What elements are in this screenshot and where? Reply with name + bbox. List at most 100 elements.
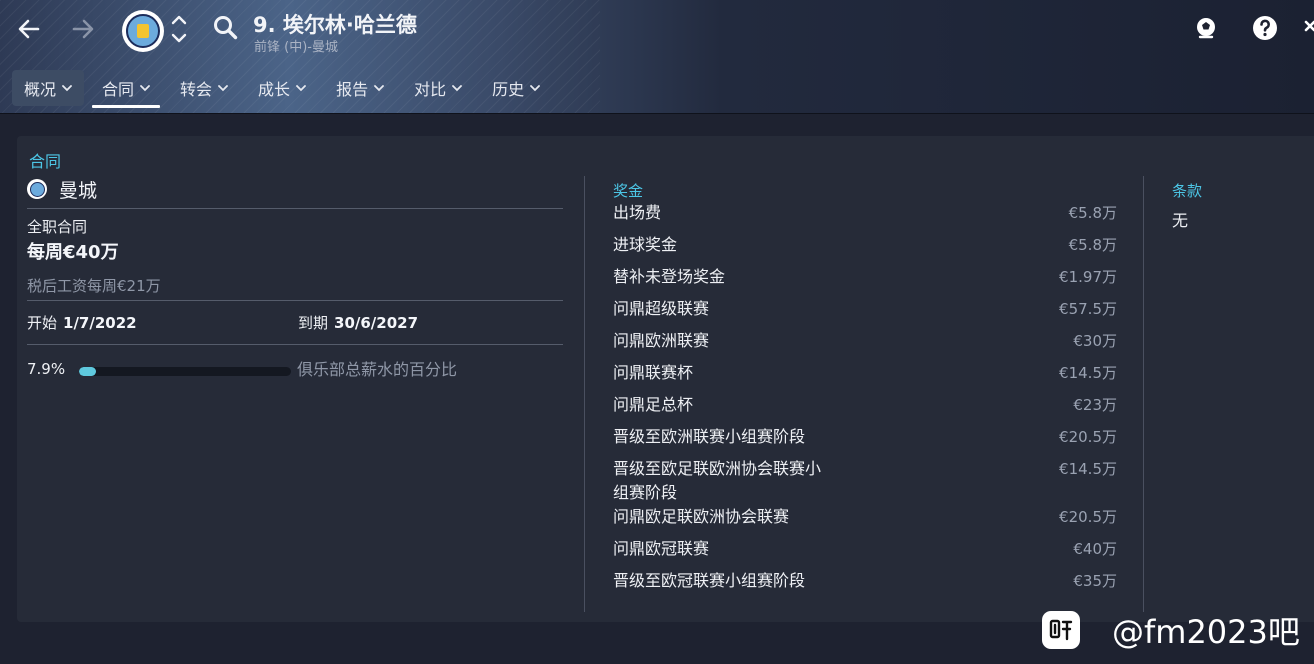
watermark-text: @fm2023吧 xyxy=(1112,613,1300,651)
bonus-name: 替补未登场奖金 xyxy=(613,267,726,286)
bonus-value: €1.97万 xyxy=(1059,268,1117,286)
contract-section-title: 合同 xyxy=(29,152,62,171)
tab-label: 对比 xyxy=(414,80,447,99)
bonus-row: 晋级至欧冠联赛小组赛阶段 €35万 xyxy=(613,569,1117,601)
club-name: 曼城 xyxy=(59,179,98,202)
help-icon[interactable] xyxy=(1251,14,1279,42)
after-tax-wage: 税后工资每周€21万 xyxy=(27,277,161,295)
clauses-value: 无 xyxy=(1172,211,1189,230)
clauses-section: 条款 无 xyxy=(1172,180,1202,231)
tab-label: 概况 xyxy=(24,80,57,99)
bonus-name: 问鼎欧洲联赛 xyxy=(613,331,710,350)
bonus-value: €57.5万 xyxy=(1059,300,1117,318)
wage-percentage-label: 俱乐部总薪水的百分比 xyxy=(297,360,458,379)
ball-icon[interactable] xyxy=(1192,14,1220,42)
chevron-down-icon xyxy=(530,84,541,91)
column-divider xyxy=(1143,176,1144,612)
wage-percentage-row: 7.9% 俱乐部总薪水的百分比 xyxy=(27,360,563,382)
bonus-name: 问鼎足总杯 xyxy=(613,395,694,414)
tab-label: 转会 xyxy=(180,80,213,99)
club-badge-small xyxy=(27,179,47,199)
weekly-wage: 每周€40万 xyxy=(27,242,119,263)
bonus-name: 晋级至欧冠联赛小组赛阶段 xyxy=(613,571,806,590)
start-date-group: 开始 1/7/2022 xyxy=(27,312,137,333)
bonus-row: 问鼎足总杯 €23万 xyxy=(613,393,1117,425)
forward-arrow-icon[interactable] xyxy=(68,14,98,44)
chevron-down-icon xyxy=(452,84,462,91)
tab-history[interactable]: 历史 xyxy=(480,70,552,106)
column-divider xyxy=(584,176,585,612)
bonus-row: 晋级至欧洲联赛小组赛阶段 €20.5万 xyxy=(613,425,1117,457)
bonus-value: €23万 xyxy=(1073,396,1117,414)
end-date: 30/6/2027 xyxy=(334,314,419,332)
bonus-name: 问鼎超级联赛 xyxy=(613,299,710,318)
bonus-name: 进球奖金 xyxy=(613,235,678,254)
bonus-value: €30万 xyxy=(1073,332,1117,350)
club-row[interactable]: 曼城 xyxy=(27,176,97,202)
bonus-name: 出场费 xyxy=(613,203,662,222)
bonus-row: 晋级至欧足联欧洲协会联赛小组赛阶段 €14.5万 xyxy=(613,457,1117,505)
up-down-icon[interactable] xyxy=(170,12,188,46)
tab-bar: 概况 合同 转会 成长 报告 对比 历史 xyxy=(12,70,558,108)
bonus-row: 问鼎联赛杯 €14.5万 xyxy=(613,361,1117,393)
wage-percentage-fill xyxy=(79,367,96,376)
bonus-value: €40万 xyxy=(1073,540,1117,558)
tab-label: 合同 xyxy=(102,80,135,99)
bonus-title: 奖金 xyxy=(613,182,644,200)
end-date-group: 到期 30/6/2027 xyxy=(298,312,418,333)
bonus-section: 奖金 出场费 €5.8万 进球奖金 €5.8万 替补未登场奖金 €1.97万 问鼎超级联赛 €… xyxy=(613,180,1117,601)
close-icon[interactable] xyxy=(1302,14,1314,42)
bonus-name: 问鼎欧足联欧洲协会联赛 xyxy=(613,507,790,526)
bonus-row: 替补未登场奖金 €1.97万 xyxy=(613,265,1117,297)
divider xyxy=(27,344,563,345)
tab-reports[interactable]: 报告 xyxy=(324,70,396,106)
watermark: @fm2023吧 xyxy=(1042,608,1300,652)
bonus-value: €5.8万 xyxy=(1068,236,1117,254)
chevron-down-icon xyxy=(296,84,306,91)
tab-transfer[interactable]: 转会 xyxy=(168,70,240,106)
bonus-value: €5.8万 xyxy=(1068,204,1117,222)
tab-label: 历史 xyxy=(492,80,525,99)
divider xyxy=(27,208,563,209)
bonus-row: 问鼎欧冠联赛 €40万 xyxy=(613,537,1117,569)
club-badge[interactable] xyxy=(122,10,164,52)
tab-label: 成长 xyxy=(258,80,291,99)
bonus-value: €35万 xyxy=(1073,572,1117,590)
back-arrow-icon[interactable] xyxy=(14,14,44,44)
chevron-down-icon xyxy=(218,84,228,91)
start-date: 1/7/2022 xyxy=(63,314,137,332)
contract-type: 全职合同 xyxy=(27,218,88,236)
bonus-row: 问鼎超级联赛 €57.5万 xyxy=(613,297,1117,329)
tab-overview[interactable]: 概况 xyxy=(12,70,85,106)
tab-compare[interactable]: 对比 xyxy=(402,70,474,106)
bonus-value: €20.5万 xyxy=(1059,508,1117,526)
wage-percentage-value: 7.9% xyxy=(27,360,66,378)
end-label: 到期 xyxy=(298,314,329,332)
tab-development[interactable]: 成长 xyxy=(246,70,318,106)
chevron-down-icon xyxy=(140,84,150,91)
bonus-row: 出场费 €5.8万 xyxy=(613,201,1117,233)
bonus-value: €14.5万 xyxy=(1059,364,1117,382)
bonus-name: 问鼎联赛杯 xyxy=(613,363,694,382)
bonus-value: €14.5万 xyxy=(1059,460,1117,478)
search-icon[interactable] xyxy=(212,14,240,42)
bonus-value: €20.5万 xyxy=(1059,428,1117,446)
bonus-name: 晋级至欧足联欧洲协会联赛小组赛阶段 xyxy=(613,459,822,502)
player-position-club: 前锋 (中)-曼城 xyxy=(254,40,338,55)
club-badge-inner xyxy=(126,14,160,48)
bonus-name: 晋级至欧洲联赛小组赛阶段 xyxy=(613,427,806,446)
tab-contract[interactable]: 合同 xyxy=(90,70,162,108)
contract-panel: 合同 曼城 全职合同 每周€40万 税后工资每周€21万 开始 1/7/2022 … xyxy=(17,136,1314,622)
bonus-name: 问鼎欧冠联赛 xyxy=(613,539,710,558)
wage-percentage-bar xyxy=(79,367,291,376)
start-label: 开始 xyxy=(27,314,58,332)
bonus-list: 出场费 €5.8万 进球奖金 €5.8万 替补未登场奖金 €1.97万 问鼎超级联赛 €57.… xyxy=(613,201,1117,601)
tieba-icon xyxy=(1042,611,1080,649)
bonus-row: 问鼎欧足联欧洲协会联赛 €20.5万 xyxy=(613,505,1117,537)
clauses-title: 条款 xyxy=(1172,182,1203,200)
player-name: 9. 埃尔林·哈兰德 xyxy=(253,13,417,37)
divider xyxy=(27,300,563,301)
tab-label: 报告 xyxy=(336,80,369,99)
chevron-down-icon xyxy=(62,84,72,91)
bonus-row: 进球奖金 €5.8万 xyxy=(613,233,1117,265)
